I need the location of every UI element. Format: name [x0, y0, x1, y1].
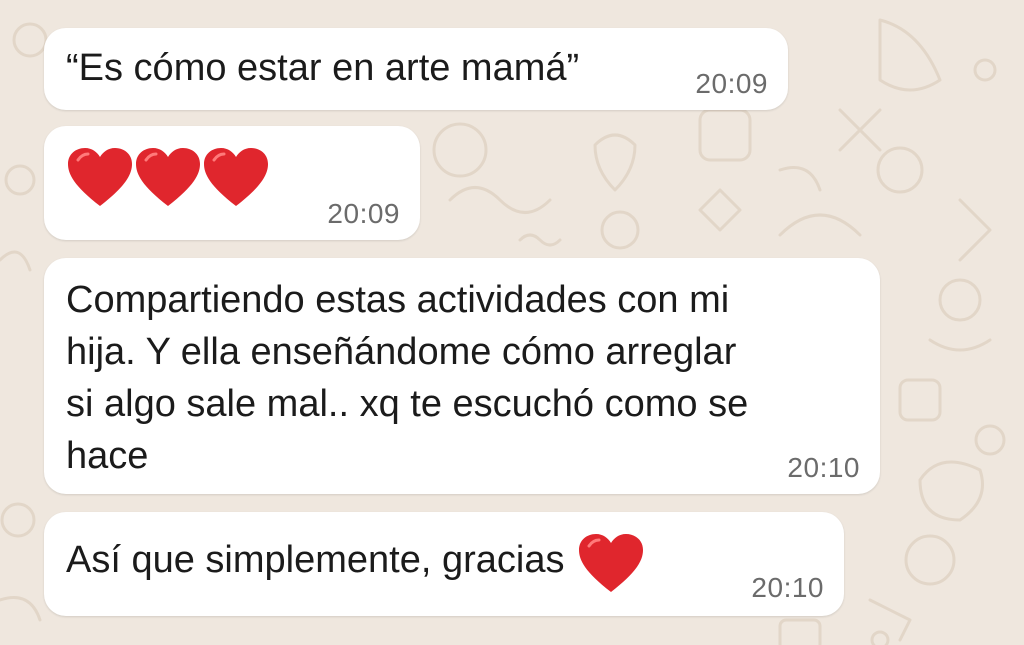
message-text: Así que simplemente, gracias [66, 539, 565, 581]
message-timestamp: 20:10 [787, 452, 860, 483]
message-text: Compartiendo estas actividades con mi hi… [66, 279, 749, 477]
message-content: Así que simplemente, gracias [66, 532, 645, 594]
message-timestamp: 20:09 [327, 198, 400, 229]
red-heart-icon [134, 146, 202, 208]
message-timestamp: 20:09 [695, 68, 768, 99]
red-heart-icon [66, 146, 134, 208]
message-timestamp: 20:10 [751, 572, 824, 603]
message-bubble[interactable]: Compartiendo estas actividades con mi hi… [44, 258, 880, 494]
message-text: “Es cómo estar en arte mamá” [66, 47, 580, 89]
emoji-row [66, 146, 270, 208]
message-bubble[interactable]: “Es cómo estar en arte mamá” 20:09 [44, 28, 788, 110]
red-heart-icon [202, 146, 270, 208]
message-bubble[interactable]: Así que simplemente, gracias 20:10 [44, 512, 844, 616]
red-heart-icon [577, 532, 645, 594]
message-bubble[interactable]: 20:09 [44, 126, 420, 240]
